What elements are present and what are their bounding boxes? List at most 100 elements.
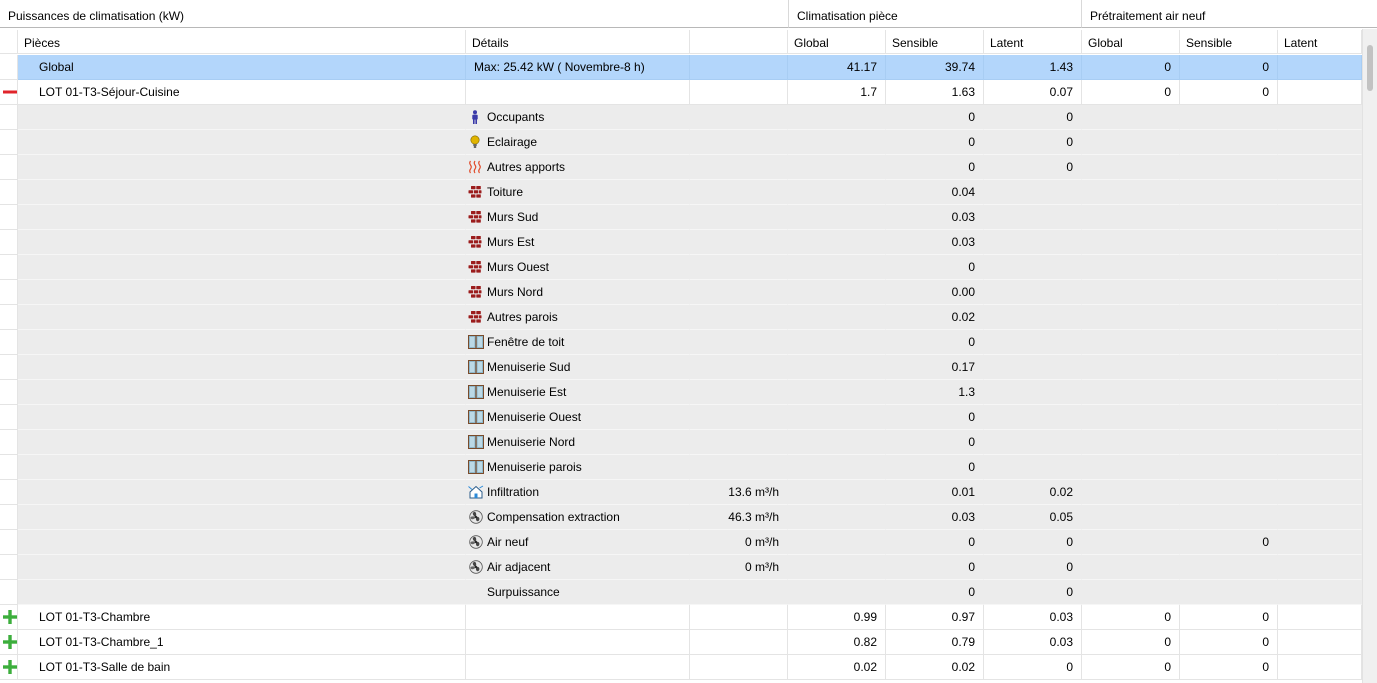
- cell-room-global: [788, 130, 886, 155]
- header-details[interactable]: Détails: [466, 30, 690, 54]
- detail-row[interactable]: Menuiserie parois 0: [0, 455, 1362, 480]
- detail-row[interactable]: Compensation extraction 46.3 m³/h 0.03 0.05: [0, 505, 1362, 530]
- cell-room-global: 1.7: [788, 80, 886, 105]
- detail-row[interactable]: Menuiserie Nord 0: [0, 430, 1362, 455]
- cell-detail: Menuiserie Est: [466, 380, 690, 405]
- cell-flow: [690, 80, 788, 105]
- detail-row[interactable]: Autres apports 0 0: [0, 155, 1362, 180]
- group-header-room: Climatisation pièce: [788, 0, 1082, 28]
- bricks-icon: [468, 285, 482, 299]
- cell-flow: [690, 230, 788, 255]
- cell-air-latent: [1278, 530, 1362, 555]
- heat-waves-icon: [468, 160, 482, 174]
- header-pieces[interactable]: Pièces: [18, 30, 466, 54]
- scrollbar-thumb[interactable]: [1367, 45, 1373, 91]
- cell-air-latent: [1278, 105, 1362, 130]
- cell-room-global: 0.99: [788, 605, 886, 630]
- cell-air-latent: [1278, 205, 1362, 230]
- cell-piece: [18, 330, 466, 355]
- cell-air-sensible: 0: [1180, 630, 1278, 655]
- cell-flow: 13.6 m³/h: [690, 480, 788, 505]
- cell-air-latent: [1278, 555, 1362, 580]
- detail-row[interactable]: Eclairage 0 0: [0, 130, 1362, 155]
- cell-room-sensible: 1.3: [886, 380, 984, 405]
- cell-room-global: [788, 580, 886, 605]
- row-gutter: [0, 130, 18, 155]
- room-row[interactable]: LOT 01-T3-Salle de bain 0.02 0.02 0 0 0: [0, 655, 1362, 680]
- cell-piece: LOT 01-T3-Chambre_1: [18, 630, 466, 655]
- cell-room-latent: [984, 430, 1082, 455]
- header-room-latent[interactable]: Latent: [984, 30, 1082, 54]
- detail-label: Air neuf: [487, 535, 529, 549]
- detail-row[interactable]: Menuiserie Ouest 0: [0, 405, 1362, 430]
- cell-air-latent: [1278, 155, 1362, 180]
- detail-row[interactable]: Fenêtre de toit 0: [0, 330, 1362, 355]
- bricks-icon: [468, 185, 482, 199]
- detail-row[interactable]: Murs Ouest 0: [0, 255, 1362, 280]
- detail-row[interactable]: Autres parois 0.02: [0, 305, 1362, 330]
- cell-air-sensible: [1180, 405, 1278, 430]
- room-row[interactable]: LOT 01-T3-Séjour-Cuisine 1.7 1.63 0.07 0 0: [0, 80, 1362, 105]
- room-row[interactable]: LOT 01-T3-Chambre 0.99 0.97 0.03 0 0: [0, 605, 1362, 630]
- cell-air-global: [1082, 155, 1180, 180]
- cell-flow: [690, 180, 788, 205]
- header-air-global[interactable]: Global: [1082, 30, 1180, 54]
- blank-icon: [468, 585, 482, 599]
- detail-row[interactable]: Surpuissance 0 0: [0, 580, 1362, 605]
- detail-row[interactable]: Toiture 0.04: [0, 180, 1362, 205]
- cell-piece: [18, 580, 466, 605]
- cell-room-global: [788, 205, 886, 230]
- cell-detail: Air adjacent: [466, 555, 690, 580]
- cell-room-latent: 0: [984, 580, 1082, 605]
- detail-row[interactable]: Murs Nord 0.00: [0, 280, 1362, 305]
- window-icon: [468, 434, 484, 449]
- cell-piece: Global: [18, 55, 466, 80]
- cell-air-sensible: 0: [1180, 80, 1278, 105]
- cell-room-sensible: 1.63: [886, 80, 984, 105]
- detail-row[interactable]: Occupants 0 0: [0, 105, 1362, 130]
- global-row[interactable]: Global Max: 25.42 kW ( Novembre-8 h) 41.17…: [0, 55, 1362, 80]
- cell-flow: [690, 380, 788, 405]
- fan-icon: [468, 560, 483, 574]
- expand-icon[interactable]: [0, 605, 18, 630]
- cell-piece: [18, 105, 466, 130]
- cell-room-sensible: 39.74: [886, 55, 984, 80]
- cell-room-sensible: 0.02: [886, 655, 984, 680]
- cell-piece: LOT 01-T3-Salle de bain: [18, 655, 466, 680]
- room-row[interactable]: LOT 01-T3-Chambre_1 0.82 0.79 0.03 0 0: [0, 630, 1362, 655]
- cell-air-latent: [1278, 355, 1362, 380]
- detail-label: Murs Ouest: [487, 260, 550, 274]
- header-room-sensible[interactable]: Sensible: [886, 30, 984, 54]
- cell-piece: [18, 480, 466, 505]
- detail-label: Menuiserie parois: [487, 460, 582, 474]
- header-air-latent[interactable]: Latent: [1278, 30, 1362, 54]
- cell-room-global: [788, 455, 886, 480]
- lightbulb-icon: [468, 135, 482, 149]
- header-air-sensible[interactable]: Sensible: [1180, 30, 1278, 54]
- detail-label: Compensation extraction: [487, 510, 620, 524]
- group-header-air: Prétraitement air neuf: [1082, 0, 1377, 28]
- header-flow[interactable]: [690, 30, 788, 54]
- collapse-icon[interactable]: [0, 80, 18, 105]
- detail-row[interactable]: Menuiserie Est 1.3: [0, 380, 1362, 405]
- cell-air-global: 0: [1082, 630, 1180, 655]
- group-header-main: Puissances de climatisation (kW): [0, 0, 788, 28]
- detail-row[interactable]: Infiltration 13.6 m³/h 0.01 0.02: [0, 480, 1362, 505]
- header-room-global[interactable]: Global: [788, 30, 886, 54]
- expand-icon[interactable]: [0, 655, 18, 680]
- row-gutter: [0, 105, 18, 130]
- detail-row[interactable]: Murs Sud 0.03: [0, 205, 1362, 230]
- cell-room-latent: 1.43: [984, 55, 1082, 80]
- detail-row[interactable]: Air adjacent 0 m³/h 0 0: [0, 555, 1362, 580]
- expand-icon[interactable]: [0, 630, 18, 655]
- detail-label: Infiltration: [487, 485, 540, 499]
- detail-row[interactable]: Menuiserie Sud 0.17: [0, 355, 1362, 380]
- cell-piece: [18, 530, 466, 555]
- cell-flow: 46.3 m³/h: [690, 505, 788, 530]
- cell-detail: Murs Sud: [466, 205, 690, 230]
- row-gutter: [0, 430, 18, 455]
- detail-row[interactable]: Murs Est 0.03: [0, 230, 1362, 255]
- cell-air-latent: [1278, 230, 1362, 255]
- detail-row[interactable]: Air neuf 0 m³/h 0 0 0: [0, 530, 1362, 555]
- vertical-scrollbar[interactable]: [1362, 29, 1377, 683]
